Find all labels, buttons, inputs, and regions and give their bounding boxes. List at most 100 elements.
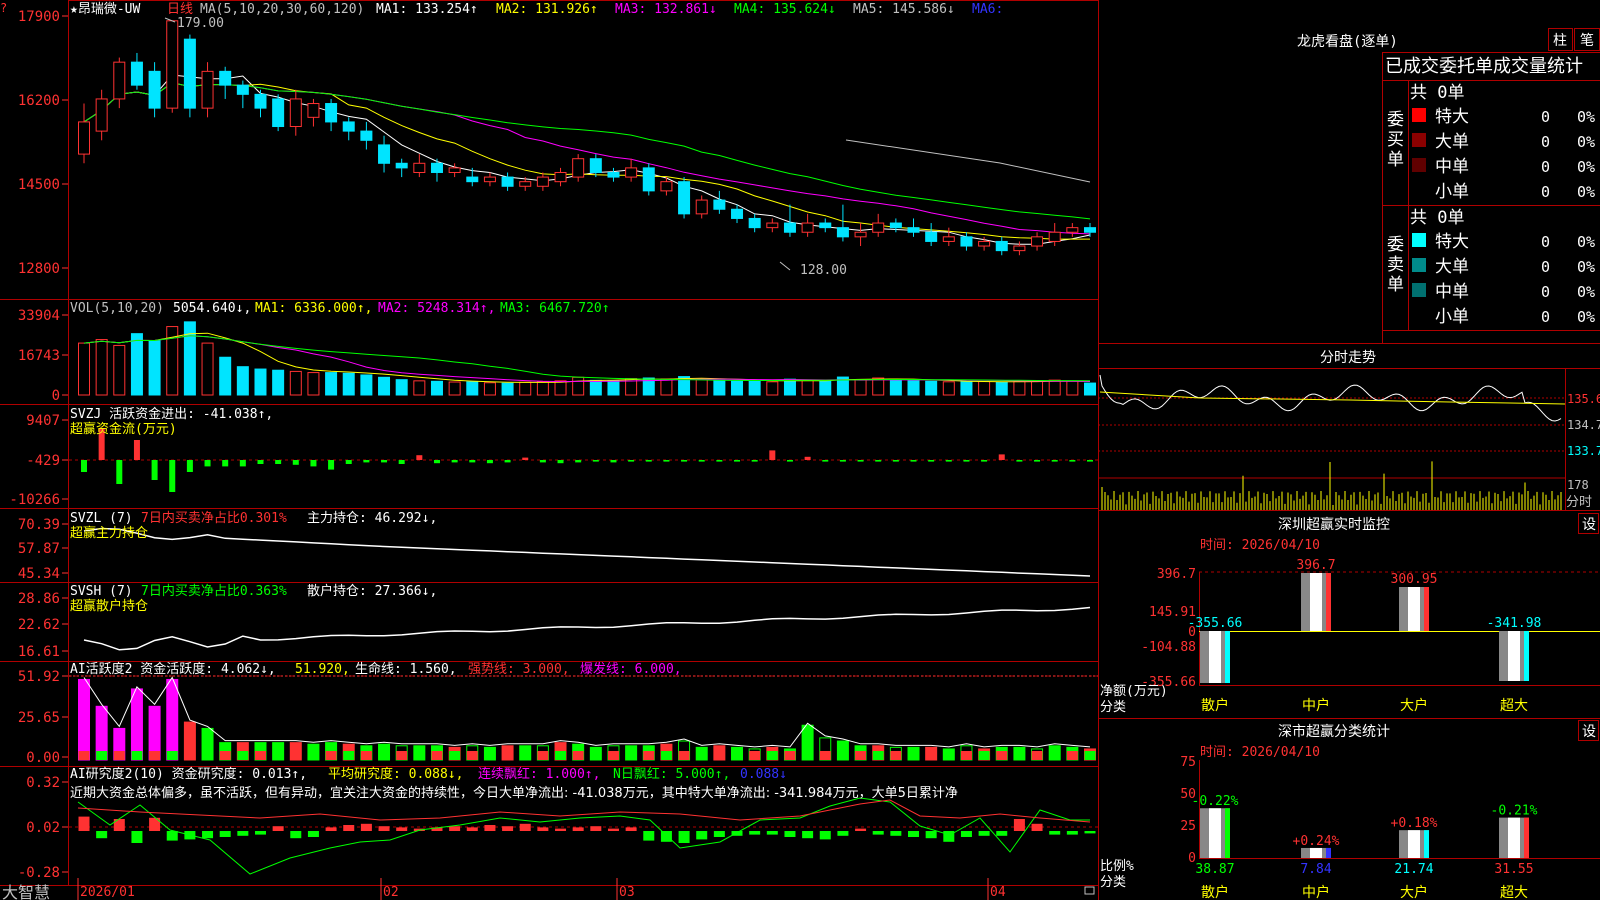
volume-bar — [430, 380, 443, 396]
monitor-bar-highlight — [1408, 586, 1420, 631]
candle-body — [395, 162, 408, 169]
intraday-ytick: 134.7 — [1567, 418, 1600, 432]
svzj-bar — [469, 460, 476, 463]
vol-title: VOL(5,10,20) — [70, 301, 164, 316]
ai2-bar — [802, 831, 814, 839]
buy-xl-value: 0 — [1541, 108, 1550, 126]
volume-bar — [854, 379, 867, 396]
candle-body — [960, 236, 973, 247]
classify-ytick: 25 — [1180, 819, 1196, 834]
intraday-series — [1099, 374, 1566, 510]
candle-body — [819, 222, 832, 229]
ai2-v5: 0.088↓ — [740, 767, 787, 782]
longhu-header: 已成交委托单成交量统计 — [1385, 56, 1583, 77]
monitor-bar-edge — [1225, 631, 1230, 683]
ai1-base — [237, 751, 249, 760]
ma5-value: MA5: 145.586↓ — [853, 2, 955, 17]
svzj-bar — [557, 460, 564, 464]
svzj-bar — [310, 460, 317, 467]
volume-bar — [148, 340, 161, 396]
help-icon[interactable]: ? — [0, 1, 7, 15]
monitor-bar-value: -355.66 — [1188, 616, 1243, 631]
ai1-base — [555, 751, 567, 760]
buy-l-value: 0 — [1541, 133, 1550, 151]
candle-body — [995, 240, 1008, 252]
monitor-ylabel: 净额(万元) — [1100, 684, 1168, 699]
ai1-base — [890, 751, 902, 760]
candle-body — [236, 84, 249, 95]
svzj-bar — [716, 460, 723, 462]
ai1-base — [113, 751, 125, 760]
svsh-line — [83, 606, 1091, 651]
volume-bar — [501, 382, 514, 396]
ai1-base — [502, 751, 514, 760]
ai1-base — [484, 751, 496, 760]
monitor-xlabel: 分类 — [1100, 700, 1126, 715]
svzl-pct: 7日内买卖净占比0.301% — [141, 510, 287, 526]
volume-bar — [1013, 380, 1026, 396]
ai1-base — [96, 751, 108, 760]
candle-body — [713, 199, 726, 210]
price-extremes: 179.00 128.00 — [164, 16, 847, 278]
period-label[interactable]: 日线 — [167, 2, 193, 17]
svzj-header: SVZJ 活跃资金进出: -41.038↑, 超赢资金流(万元) — [70, 406, 273, 437]
svzj-bar — [963, 460, 970, 462]
ai2-bar — [590, 826, 602, 831]
svzj-bar — [239, 460, 246, 467]
ai1-base — [254, 751, 266, 760]
y-axis-ticks — [62, 15, 68, 873]
volume-bar — [942, 381, 955, 396]
candle-body — [360, 130, 373, 141]
candle-body — [1084, 227, 1096, 233]
ma4-value: MA4: 135.624↓ — [734, 2, 836, 17]
x-label-mar: 03 — [619, 885, 635, 900]
monitor-bar — [1399, 586, 1429, 631]
svzj-bar — [945, 460, 952, 462]
ai1-line — [83, 676, 1091, 748]
svzj-bar — [592, 460, 599, 462]
vol-ytick: 33904 — [18, 308, 60, 324]
sell-m-value: 0 — [1541, 283, 1550, 301]
buy-xl-swatch — [1412, 108, 1426, 122]
monitor-bar-value: 396.7 — [1296, 558, 1335, 573]
candle-body — [254, 93, 267, 109]
candle-body — [413, 162, 426, 173]
candle-body — [519, 181, 532, 187]
lock-icon[interactable] — [1084, 886, 1095, 895]
price-header: ? ★昂瑞微-UW 日线 MA(5,10,20,30,60,120) MA1: … — [0, 1, 1003, 17]
svzj-bar — [981, 460, 988, 462]
volume-bar — [1084, 382, 1096, 396]
volume-bar — [183, 321, 196, 396]
svzj-bar — [857, 460, 864, 462]
ai1-bar — [130, 688, 143, 761]
ai2-v2: 平均研究度: 0.088↓, — [328, 766, 463, 782]
candle-body — [1066, 227, 1079, 233]
intraday-vlabel: 分时 — [1566, 495, 1592, 510]
candle-body — [695, 199, 708, 215]
classify-bar-highlight — [1408, 830, 1420, 858]
svzj-title: SVZJ 活跃资金进出: -41.038↑, — [70, 406, 273, 422]
ai1-base — [449, 751, 461, 760]
sell-side-char2: 卖 — [1387, 255, 1404, 275]
ai1-v5: 爆发线: 6.000, — [580, 661, 682, 677]
intraday-panel: 分时走势 135.6 134.7 133.7 178 分时 — [1098, 350, 1600, 511]
ai2-bar — [943, 831, 955, 842]
candle-body — [342, 121, 355, 132]
ai2-bar — [219, 831, 231, 837]
candle-body — [801, 222, 814, 233]
svzj-bar — [186, 460, 193, 472]
high-price-label: 179.00 — [177, 16, 224, 31]
svzj-bar — [1034, 460, 1041, 462]
candle-body — [872, 222, 885, 233]
classify-category: 超大 — [1500, 885, 1528, 900]
ai1-base — [996, 751, 1008, 760]
ai2-bar — [1049, 831, 1061, 835]
ai1-base — [625, 751, 637, 760]
longhu-title: 龙虎看盘(逐单) — [1297, 33, 1398, 50]
svzj-bar — [1069, 460, 1076, 462]
candle-body — [325, 103, 338, 123]
svzj-bar — [751, 460, 758, 462]
candle-body — [378, 144, 391, 164]
volume-bar — [236, 366, 249, 396]
classify-value: 31.55 — [1494, 862, 1533, 877]
